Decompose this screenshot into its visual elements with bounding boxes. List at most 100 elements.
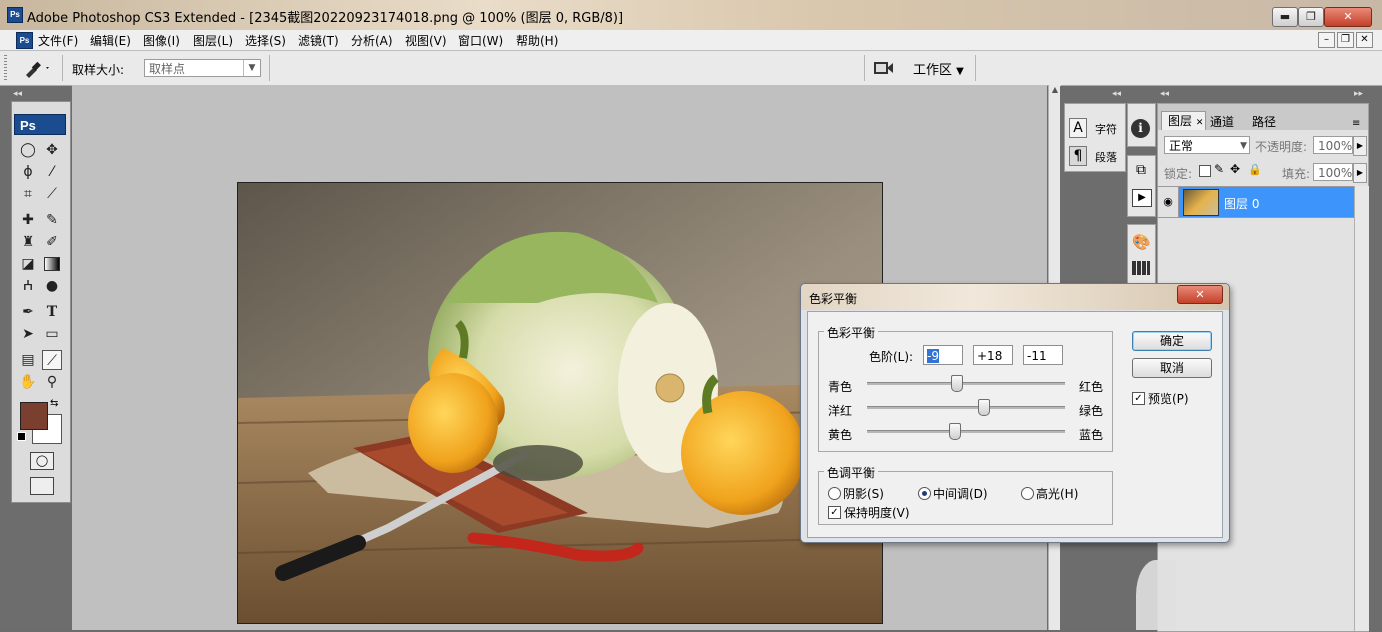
tab-channels[interactable]: 通道 <box>1210 113 1234 130</box>
blur-icon[interactable]: ● <box>42 276 62 296</box>
bridge-icon[interactable] <box>873 59 895 77</box>
dialog-close-button[interactable]: ✕ <box>1177 285 1223 304</box>
eraser-icon[interactable]: ◪ <box>18 254 38 274</box>
menu-filter[interactable]: 滤镜(T) <box>298 32 339 49</box>
opacity-input[interactable]: 100% <box>1313 136 1353 154</box>
menu-image[interactable]: 图像(I) <box>143 32 180 49</box>
preserve-luminosity-checkbox[interactable]: ✓ <box>828 506 841 519</box>
lock-image-icon[interactable]: ✎ <box>1214 162 1224 176</box>
rectangle-shape-icon[interactable]: ▭ <box>42 324 62 344</box>
color-palette-icon[interactable]: 🎨 <box>1132 233 1151 251</box>
collapse-arrows-icon[interactable]: ◂◂ <box>1160 89 1169 99</box>
lasso-icon[interactable]: ϕ <box>18 162 38 182</box>
layers-scrollbar[interactable] <box>1354 186 1369 631</box>
radio-midtones-label: 中间调(D) <box>933 487 988 501</box>
menu-analysis[interactable]: 分析(A) <box>351 32 393 49</box>
foreground-color-swatch[interactable] <box>20 402 48 430</box>
paragraph-icon[interactable]: ¶ <box>1069 146 1087 166</box>
slider-magenta-green-track[interactable] <box>867 406 1065 409</box>
collapse-arrows-icon[interactable]: ◂◂ <box>1112 89 1121 99</box>
character-icon[interactable]: A <box>1069 118 1087 138</box>
actions-icon[interactable]: ▶ <box>1132 189 1152 207</box>
fill-slider-arrow-icon[interactable]: ▶ <box>1353 163 1367 183</box>
menu-layer[interactable]: 图层(L) <box>193 32 233 49</box>
maximize-button[interactable]: ❐ <box>1298 7 1324 27</box>
path-selection-icon[interactable]: ➤ <box>18 324 38 344</box>
default-colors-icon[interactable] <box>17 432 26 441</box>
crop-icon[interactable]: ⌗ <box>18 184 38 204</box>
expand-arrows-icon[interactable]: ▸▸ <box>1354 89 1363 99</box>
notes-icon[interactable]: ▤ <box>18 350 38 370</box>
level-cyan-red-input[interactable]: -9 <box>923 345 963 365</box>
preview-checkbox[interactable]: ✓ <box>1132 392 1145 405</box>
document-image[interactable] <box>237 182 883 624</box>
layer-name[interactable]: 图层 0 <box>1224 195 1259 212</box>
lock-transparent-icon[interactable] <box>1199 165 1211 177</box>
lock-position-icon[interactable]: ✥ <box>1230 162 1240 176</box>
tone-balance-group-label: 色调平衡 <box>824 464 879 481</box>
menu-help[interactable]: 帮助(H) <box>516 32 558 49</box>
doc-restore-button[interactable]: ❐ <box>1337 32 1354 48</box>
character-label[interactable]: 字符 <box>1095 121 1117 137</box>
slider-yellow-blue-track[interactable] <box>867 430 1065 433</box>
history-icon[interactable]: ⧉ <box>1132 162 1150 180</box>
ok-button[interactable]: 确定 <box>1132 331 1212 351</box>
menu-window[interactable]: 窗口(W) <box>458 32 503 49</box>
slider-cyan-red-thumb[interactable] <box>951 375 964 392</box>
dialog-title-bar[interactable]: 色彩平衡 ✕ <box>801 284 1229 310</box>
radio-midtones-circle[interactable] <box>918 487 931 500</box>
screen-mode-icon[interactable] <box>30 477 54 495</box>
options-gripper[interactable] <box>4 55 7 81</box>
fill-input[interactable]: 100% <box>1313 163 1353 181</box>
panel-menu-icon[interactable]: ≡ <box>1352 118 1360 129</box>
dodge-icon[interactable]: ⵄ <box>18 276 38 296</box>
swatches-grid-icon[interactable] <box>1132 261 1150 275</box>
slider-yellow-blue-thumb[interactable] <box>949 423 962 440</box>
hand-icon[interactable]: ✋ <box>18 372 38 392</box>
magic-wand-icon[interactable]: ⁄ <box>42 162 62 182</box>
tab-layers[interactable]: 图层 ✕ <box>1161 111 1206 130</box>
lock-all-icon[interactable]: 🔒 <box>1248 163 1262 176</box>
menu-view[interactable]: 视图(V) <box>405 32 447 49</box>
move-icon[interactable]: ✥ <box>42 140 62 160</box>
healing-brush-icon[interactable]: ✚ <box>18 210 38 230</box>
eye-icon[interactable]: ◉ <box>1158 187 1179 217</box>
paragraph-label[interactable]: 段落 <box>1095 149 1117 165</box>
clone-stamp-icon[interactable]: ♜ <box>18 232 38 252</box>
ellipse-marquee-icon[interactable]: ◯ <box>18 140 38 160</box>
close-button[interactable]: ✕ <box>1324 7 1372 27</box>
eyedropper-icon[interactable]: ⟋ <box>42 350 62 370</box>
sample-size-select[interactable]: 取样点 ▼ <box>144 59 261 77</box>
close-icon[interactable]: ✕ <box>1196 118 1204 128</box>
layer-row[interactable]: ◉ 图层 0 <box>1158 186 1354 218</box>
swap-colors-icon[interactable]: ⇆ <box>50 398 58 409</box>
level-yellow-blue-input[interactable]: -11 <box>1023 345 1063 365</box>
collapse-arrows-icon[interactable]: ◂◂ <box>13 89 22 99</box>
menu-file[interactable]: 文件(F) <box>38 32 78 49</box>
history-brush-icon[interactable]: ✐ <box>42 232 62 252</box>
menu-edit[interactable]: 编辑(E) <box>90 32 131 49</box>
zoom-icon[interactable]: ⚲ <box>42 372 62 392</box>
tool-preset-picker[interactable] <box>22 58 52 78</box>
slice-icon[interactable]: ⟋ <box>42 184 62 204</box>
radio-highlights-circle[interactable] <box>1021 487 1034 500</box>
brush-icon[interactable]: ✎ <box>42 210 62 230</box>
type-icon[interactable]: T <box>42 302 62 322</box>
level-magenta-green-input[interactable]: +18 <box>973 345 1013 365</box>
doc-close-button[interactable]: ✕ <box>1356 32 1373 48</box>
cancel-button[interactable]: 取消 <box>1132 358 1212 378</box>
opacity-slider-arrow-icon[interactable]: ▶ <box>1353 136 1367 156</box>
menu-select[interactable]: 选择(S) <box>245 32 286 49</box>
minimize-button[interactable]: ▬ <box>1272 7 1298 27</box>
radio-shadows-circle[interactable] <box>828 487 841 500</box>
quick-mask-icon[interactable]: ◯ <box>30 452 54 470</box>
pen-icon[interactable]: ✒ <box>18 302 38 322</box>
info-icon[interactable]: i <box>1131 119 1150 138</box>
workspace-menu[interactable]: 工作区 ▼ <box>913 59 964 78</box>
blend-mode-select[interactable]: 正常 ▼ <box>1164 136 1250 154</box>
doc-minimize-button[interactable]: – <box>1318 32 1335 48</box>
gradient-icon[interactable] <box>42 254 62 274</box>
tab-paths[interactable]: 路径 <box>1252 113 1276 130</box>
slider-cyan-red-track[interactable] <box>867 382 1065 385</box>
slider-magenta-green-thumb[interactable] <box>977 399 990 416</box>
